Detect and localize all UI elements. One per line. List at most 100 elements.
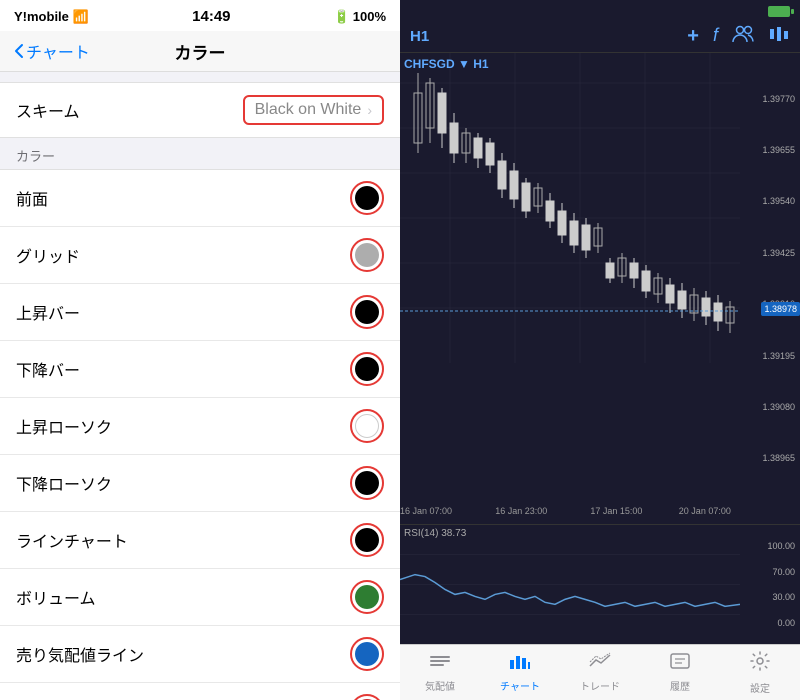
price-axis: 1.39770 1.39655 1.39540 1.39425 1.39310 … (740, 53, 800, 504)
color-row-line-chart[interactable]: ラインチャート (0, 512, 400, 569)
color-dot-wrapper-volume[interactable] (350, 580, 384, 614)
tab-trade-label: トレード (580, 678, 620, 693)
date-axis: 16 Jan 07:00 16 Jan 23:00 17 Jan 15:00 2… (400, 504, 800, 524)
color-label-down-bar: 下降バー (16, 357, 80, 381)
tab-quotes-label: 気配値 (425, 678, 455, 693)
carrier-info: Y!mobile 📶 (14, 9, 89, 25)
color-dot-wrapper-grid[interactable] (350, 238, 384, 272)
left-panel: Y!mobile 📶 14:49 🔋 100% チャート カラー スキーム Bl… (0, 0, 400, 700)
tab-history-label: 履歴 (670, 678, 690, 693)
color-label-grid: グリッド (16, 243, 80, 267)
color-dot-up-bar (355, 300, 379, 324)
color-dot-line-chart (355, 528, 379, 552)
date-tick-3: 17 Jan 15:00 (590, 506, 642, 516)
wifi-icon: 📶 (73, 9, 89, 25)
color-dot-wrapper-maemae[interactable] (350, 181, 384, 215)
chart-area: CHFSGD ▼ H1 (400, 53, 800, 504)
color-dot-wrapper-up-candle[interactable] (350, 409, 384, 443)
color-list: 前面 グリッド 上昇バー 下降バー 上昇ローソク (0, 169, 400, 700)
scheme-value-box[interactable]: Black on White › (243, 95, 384, 125)
price-tick-3: 1.39540 (742, 196, 798, 206)
carrier-name: Y!mobile (14, 9, 69, 24)
color-row-bid-line[interactable]: 買い気配値ライン (0, 683, 400, 700)
color-row-up-candle[interactable]: 上昇ローソク (0, 398, 400, 455)
add-indicator-icon[interactable]: + (687, 25, 699, 48)
trade-icon (589, 652, 611, 676)
back-label: チャート (26, 39, 90, 63)
color-label-line-chart: ラインチャート (16, 528, 128, 552)
candle-group (414, 73, 734, 333)
timeframe-label: H1 (410, 28, 429, 45)
tab-quotes[interactable]: 気配値 (400, 645, 480, 700)
right-panel: H1 + f CHFSGD ▼ H1 (400, 0, 800, 700)
rsi-tick-1: 100.00 (742, 541, 798, 551)
people-icon[interactable] (732, 25, 754, 48)
tab-chart-label: チャート (500, 678, 540, 693)
color-dot-up-candle (355, 414, 379, 438)
color-dot-ask-line (355, 642, 379, 666)
current-price-badge: 1.38978 (761, 302, 800, 316)
chart-type-icon[interactable] (768, 25, 790, 48)
date-tick-1: 16 Jan 07:00 (400, 506, 452, 516)
rsi-chart (400, 525, 740, 644)
status-bar: Y!mobile 📶 14:49 🔋 100% (0, 0, 400, 31)
color-row-up-bar[interactable]: 上昇バー (0, 284, 400, 341)
tab-history[interactable]: 履歴 (640, 645, 720, 700)
nav-bar: チャート カラー (0, 31, 400, 72)
color-dot-wrapper-bid-line[interactable] (350, 694, 384, 700)
quotes-icon (429, 652, 451, 676)
color-label-up-bar: 上昇バー (16, 300, 80, 324)
color-dot-wrapper-down-candle[interactable] (350, 466, 384, 500)
scheme-row[interactable]: スキーム Black on White › (0, 83, 400, 137)
battery-pct: 100% (353, 9, 386, 24)
pair-label: CHFSGD ▼ H1 (404, 57, 489, 71)
color-label-maemae: 前面 (16, 186, 48, 210)
candlestick-chart (400, 53, 740, 363)
color-dot-wrapper-up-bar[interactable] (350, 295, 384, 329)
color-dot-grid (355, 243, 379, 267)
battery-info: 🔋 100% (334, 9, 386, 25)
tab-settings[interactable]: 設定 (720, 645, 800, 700)
rsi-price-axis: 100.00 70.00 30.00 0.00 (740, 525, 800, 644)
color-dot-down-candle (355, 471, 379, 495)
color-row-ask-line[interactable]: 売り気配値ライン (0, 626, 400, 683)
right-status-bar (400, 0, 800, 21)
scheme-value: Black on White (255, 101, 362, 119)
tab-bar: 気配値 チャート トレード (400, 644, 800, 700)
rsi-tick-3: 30.00 (742, 592, 798, 602)
scheme-label: スキーム (16, 98, 80, 122)
price-tick-2: 1.39655 (742, 145, 798, 155)
rsi-label: RSI(14) 38.73 (404, 528, 466, 539)
rsi-tick-2: 70.00 (742, 567, 798, 577)
tab-chart[interactable]: チャート (480, 645, 560, 700)
color-label-ask-line: 売り気配値ライン (16, 642, 144, 666)
color-label-up-candle: 上昇ローソク (16, 414, 112, 438)
right-nav: H1 + f (400, 21, 800, 53)
color-row-down-candle[interactable]: 下降ローソク (0, 455, 400, 512)
settings-icon (749, 650, 771, 678)
date-tick-4: 20 Jan 07:00 (679, 506, 731, 516)
color-dot-wrapper-line-chart[interactable] (350, 523, 384, 557)
page-title: カラー (175, 39, 226, 64)
formula-icon[interactable]: f (713, 25, 718, 48)
price-tick-1: 1.39770 (742, 94, 798, 104)
chart-toolbar: + f (687, 25, 790, 48)
chart-icon (509, 652, 531, 676)
scheme-section: スキーム Black on White › (0, 82, 400, 138)
date-tick-2: 16 Jan 23:00 (495, 506, 547, 516)
color-dot-wrapper-ask-line[interactable] (350, 637, 384, 671)
color-dot-wrapper-down-bar[interactable] (350, 352, 384, 386)
color-row-volume[interactable]: ボリューム (0, 569, 400, 626)
price-tick-7: 1.39080 (742, 402, 798, 412)
color-section-header: カラー (0, 138, 400, 169)
color-row-down-bar[interactable]: 下降バー (0, 341, 400, 398)
date-axis-row: 16 Jan 07:00 16 Jan 23:00 17 Jan 15:00 2… (400, 506, 740, 522)
tab-trade[interactable]: トレード (560, 645, 640, 700)
chevron-right-icon: › (367, 102, 372, 118)
rsi-panel: RSI(14) 38.73 100.00 70.00 30.00 0.00 (400, 524, 800, 644)
color-row-grid[interactable]: グリッド (0, 227, 400, 284)
color-row-maemae[interactable]: 前面 (0, 170, 400, 227)
back-button[interactable]: チャート (14, 39, 90, 63)
color-dot-maemae (355, 186, 379, 210)
color-dot-volume (355, 585, 379, 609)
